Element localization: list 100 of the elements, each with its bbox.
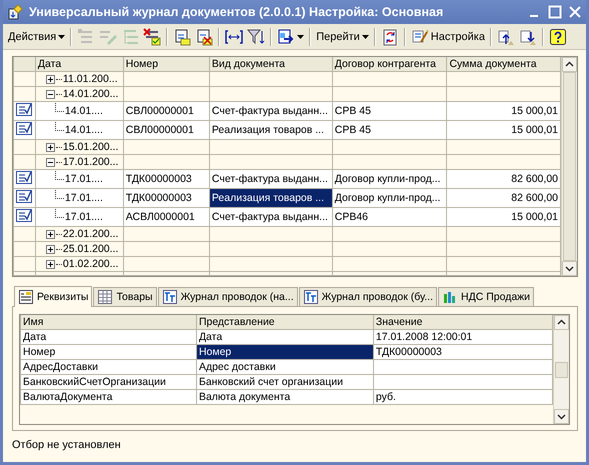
scroll-down-icon[interactable]	[562, 261, 577, 276]
document-up-icon	[496, 28, 515, 46]
column-header[interactable]: Значение	[373, 315, 552, 330]
caret-icon	[297, 34, 304, 38]
tab[interactable]: Журнал проводок (бу...	[298, 287, 437, 306]
column-header[interactable]: Номер	[123, 57, 210, 72]
table-cell: Реализация товаров ...	[209, 188, 332, 208]
group-date: 17.01.200...	[62, 155, 118, 169]
toolbar-button[interactable]	[141, 26, 164, 47]
table-cell: СВЛ00000001	[123, 102, 210, 120]
ledger-icon	[302, 289, 319, 305]
group-date: 01.02.200...	[62, 257, 118, 271]
table-cell: СРВ 45	[332, 120, 447, 140]
table-cell: 82 600,00	[446, 188, 560, 208]
table-cell: Счет-фактура выданн...	[209, 102, 332, 120]
table-cell: Дата	[20, 330, 196, 344]
settings-button[interactable]: Настройка	[408, 26, 487, 47]
table-cell: 17.01....	[64, 210, 103, 224]
table-cell: Банковский счет организации	[196, 374, 374, 390]
table-cell: Реализация товаров ...	[209, 120, 332, 140]
table-cell: руб.	[373, 390, 552, 404]
menu-button[interactable]: Перейти	[314, 26, 371, 47]
tab[interactable]: Журнал проводок (на...	[158, 287, 298, 306]
menu-button[interactable]: Действия	[6, 26, 68, 47]
table-cell: СВЛ00000001	[123, 120, 210, 140]
group-date: 14.01.200...	[62, 87, 118, 101]
table-cell: Номер	[20, 344, 196, 360]
table-cell: 17.01.2008 12:00:01	[373, 330, 552, 344]
group-row[interactable]: 11.01.200...	[14, 72, 560, 86]
group-date: 22.01.200...	[62, 227, 118, 241]
table-cell: Адрес доставки	[196, 360, 374, 374]
table-cell: 15 000,01	[446, 120, 560, 140]
document-down-icon	[518, 28, 537, 46]
document-post-icon	[173, 28, 192, 46]
table-cell: ТДК00000003	[123, 170, 210, 188]
column-header[interactable]: Сумма документа	[446, 57, 560, 72]
document-arrow-icon	[277, 28, 296, 46]
table-cell: БанковскийСчетОрганизации	[20, 374, 196, 390]
group-row[interactable]: 22.01.200...	[14, 226, 560, 242]
table-cell: 14.01....	[64, 104, 103, 118]
form-icon	[18, 289, 34, 305]
tab[interactable]: Реквизиты	[14, 286, 92, 307]
window-title: Универсальный журнал документов (2.0.0.1) Настройка: Основная	[29, 5, 444, 19]
group-date: 25.01.200...	[62, 242, 118, 256]
table-cell: Договор купли-прод...	[332, 170, 447, 188]
table-cell: 15 000,01	[446, 208, 560, 226]
group-date: 15.01.200...	[62, 140, 118, 154]
column-header[interactable]: Представление	[196, 315, 374, 330]
scrollbar[interactable]	[553, 315, 569, 424]
close-icon[interactable]	[568, 5, 582, 19]
group-row[interactable]: 15.01.200...	[14, 140, 560, 154]
table-cell: Договор купли-прод...	[332, 188, 447, 208]
table-cell: 15 000,01	[446, 102, 560, 120]
table-cell: 17.01....	[64, 172, 103, 186]
expand-icon[interactable]	[46, 244, 55, 254]
document-unpost-icon	[195, 28, 214, 46]
table-cell: ТДК00000003	[123, 188, 210, 208]
column-header[interactable]: Дата	[35, 57, 124, 72]
caret-icon	[58, 34, 66, 38]
collapse-icon[interactable]	[46, 158, 55, 166]
group-date: 11.01.200...	[62, 72, 118, 86]
scroll-thumb[interactable]	[563, 72, 576, 261]
table-cell: Дата	[196, 330, 374, 344]
interval-icon	[225, 28, 244, 46]
table-cell: Номер	[196, 344, 374, 360]
scroll-down-icon[interactable]	[554, 409, 569, 424]
maximize-icon[interactable]	[548, 5, 562, 19]
column-header	[14, 57, 36, 72]
app-icon	[7, 4, 23, 20]
expand-icon[interactable]	[46, 142, 55, 152]
table-cell: 17.01....	[64, 191, 103, 205]
caret-icon	[362, 34, 369, 38]
tab[interactable]: Товары	[93, 287, 157, 306]
help-icon	[548, 28, 567, 46]
expand-icon[interactable]	[46, 230, 55, 238]
list-tree-icon	[121, 28, 140, 46]
scroll-up-icon[interactable]	[562, 57, 577, 72]
table-cell: ТДК00000003	[373, 344, 552, 360]
filter-icon	[247, 28, 266, 46]
column-header[interactable]: Договор контрагента	[332, 57, 447, 72]
table-cell: СРВ 45	[332, 102, 447, 120]
table-cell: 82 600,00	[446, 170, 560, 188]
table-cell: СРВ46	[332, 208, 447, 226]
group-row[interactable]: 25.01.200...	[14, 242, 560, 256]
refresh-icon	[380, 28, 399, 46]
delete-mark-icon	[143, 28, 162, 46]
expand-icon[interactable]	[46, 260, 55, 268]
scrollbar[interactable]	[561, 57, 577, 276]
tab[interactable]: НДС Продажи	[438, 287, 534, 306]
expand-icon[interactable]	[46, 74, 55, 84]
scroll-thumb[interactable]	[555, 362, 568, 378]
scroll-up-icon[interactable]	[554, 315, 569, 330]
group-row[interactable]: 01.02.200...	[14, 256, 560, 272]
collapse-icon[interactable]	[46, 90, 55, 98]
table-cell: ВалютаДокумента	[20, 390, 196, 404]
table-cell: Счет-фактура выданн...	[209, 208, 332, 226]
table-icon	[97, 289, 114, 305]
column-header[interactable]: Вид документа	[209, 57, 332, 72]
table-cell: 14.01....	[64, 123, 103, 137]
column-header[interactable]: Имя	[20, 315, 196, 330]
